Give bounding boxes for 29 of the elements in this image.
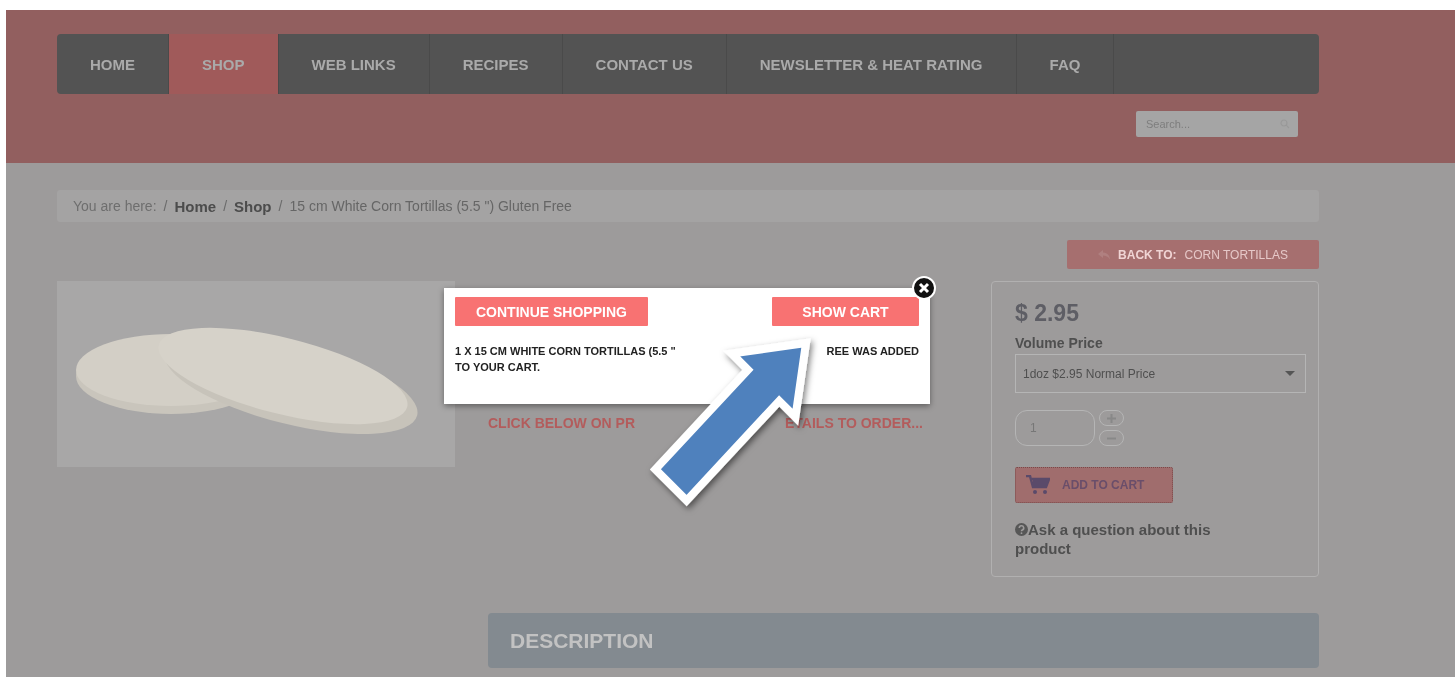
nav-tab[interactable]: NEWSLETTER & HEAT RATING — [726, 34, 1017, 94]
breadcrumb-separator: / — [223, 198, 228, 214]
nav-tab[interactable]: WEB LINKS — [278, 34, 430, 94]
breadcrumb-separator: / — [163, 198, 168, 214]
description-tab[interactable]: DESCRIPTION — [488, 613, 1319, 668]
breadcrumb-link[interactable]: Home — [174, 197, 217, 215]
caret-icon — [1285, 371, 1295, 376]
continue-shopping-button[interactable]: CONTINUE SHOPPING — [455, 297, 648, 326]
order-hint: CLICK BELOW ON PR — [488, 415, 635, 431]
show-cart-button[interactable]: SHOW CART — [772, 297, 919, 326]
nav-tab[interactable]: FAQ — [1016, 34, 1115, 94]
cart-icon — [1026, 475, 1050, 495]
cart-message: REE WAS ADDED — [826, 345, 919, 357]
ask-question-link[interactable]: Ask a question about this product — [1015, 520, 1265, 558]
nav-tab[interactable]: SHOP — [169, 34, 279, 94]
back-button[interactable]: BACK TO: CORN TORTILLAS — [1067, 240, 1319, 269]
breadcrumb-current: 15 cm White Corn Tortillas (5.5 ") Gluten Free — [289, 198, 572, 214]
nav-tab[interactable]: RECIPES — [429, 34, 563, 94]
volume-price-label: Volume Price — [1015, 335, 1104, 351]
cart-message: TO YOUR CART. — [455, 361, 542, 373]
breadcrumb-link[interactable]: Shop — [234, 197, 272, 215]
breadcrumb-separator: / — [278, 198, 283, 214]
volume-price-dropdown[interactable]: 1doz $2.95 Normal Price — [1015, 354, 1306, 393]
close-icon[interactable] — [912, 276, 936, 300]
price: $ 2.95 — [1015, 300, 1080, 327]
question-icon — [1015, 523, 1028, 536]
cart-message: 1 X 15 CM WHITE CORN TORTILLAS (5.5 " — [455, 345, 676, 357]
nav-tab[interactable]: CONTACT US — [562, 34, 727, 94]
plus-icon — [1107, 413, 1116, 423]
